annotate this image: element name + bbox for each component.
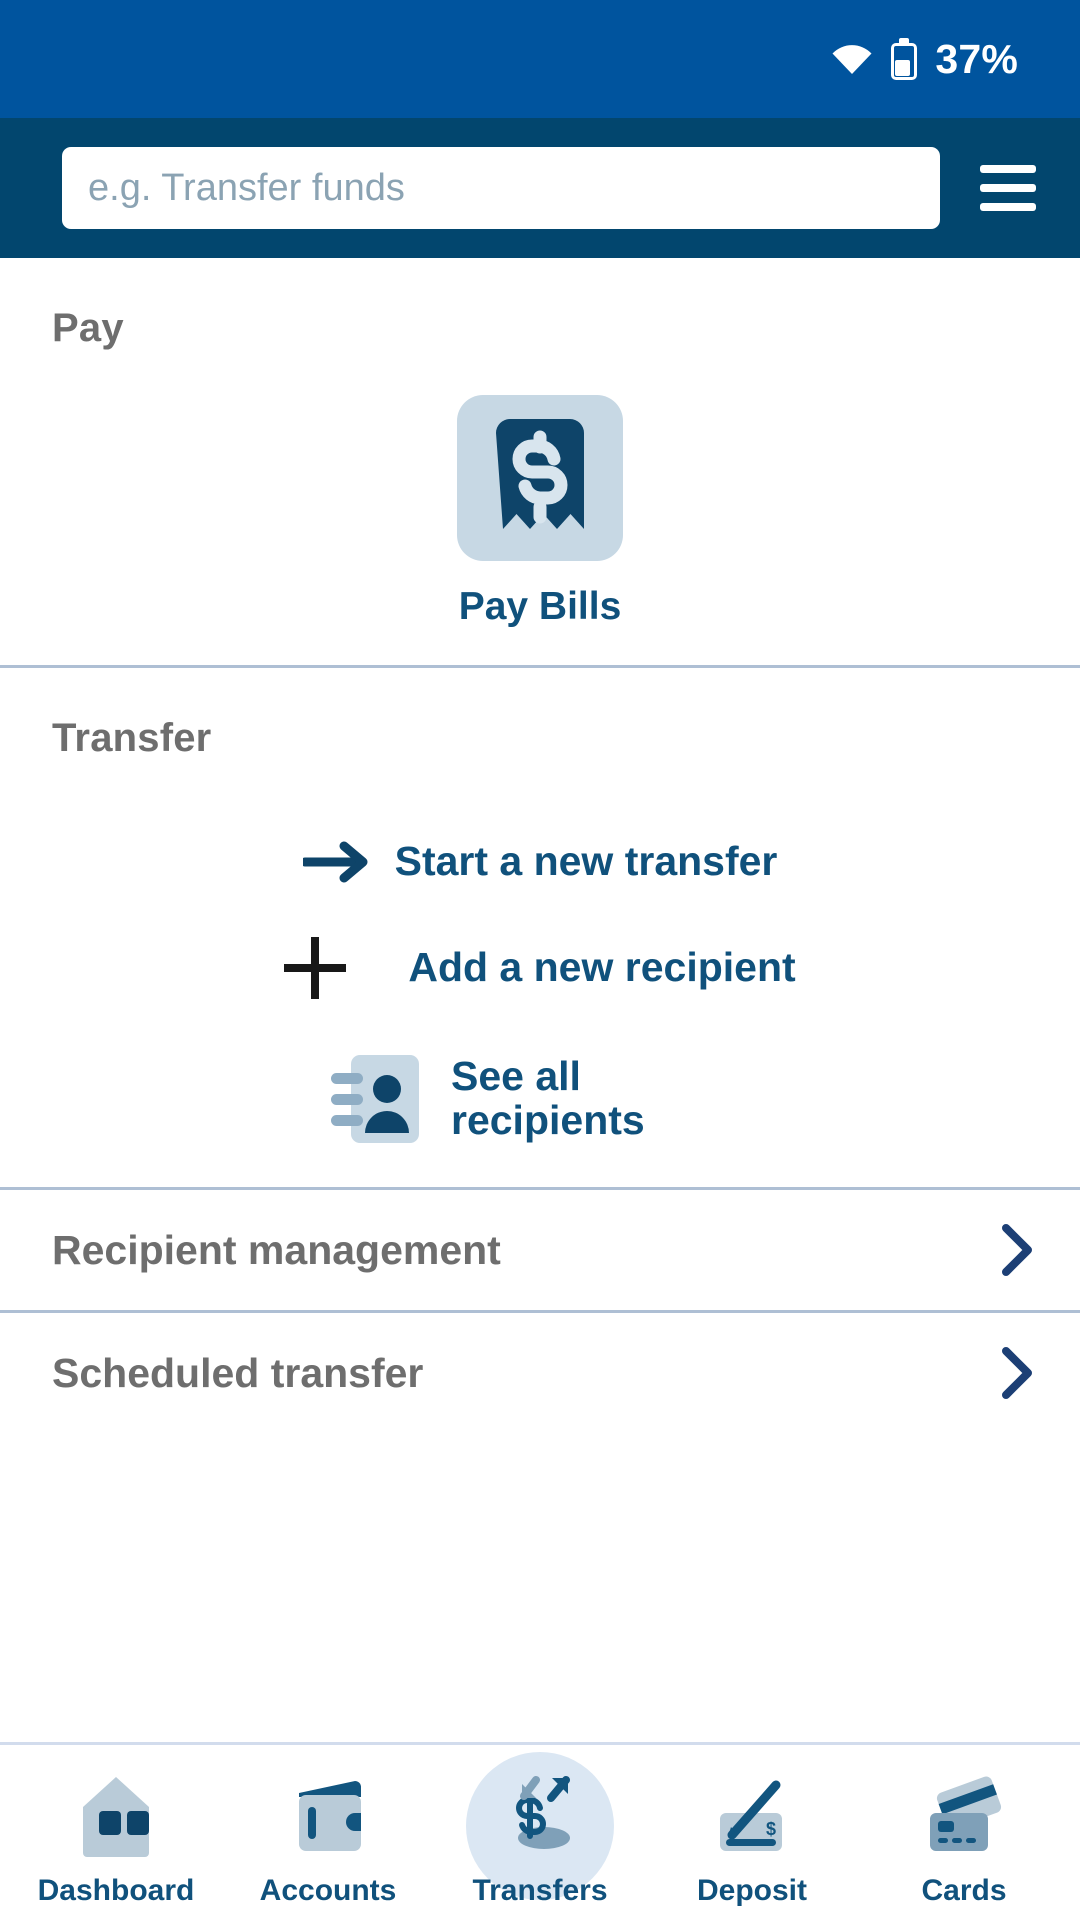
transfer-section: Transfer Start a new transfer Add a new …: [0, 668, 1080, 1187]
address-book-icon: [329, 1051, 423, 1147]
chevron-right-icon: [1000, 1224, 1034, 1276]
svg-text:$: $: [766, 1819, 776, 1839]
add-new-recipient-label: Add a new recipient: [408, 944, 796, 991]
app-root: 37% Pay Pay Bills: [0, 0, 1080, 1920]
start-new-transfer-label: Start a new transfer: [394, 838, 778, 885]
wallet-icon: [269, 1758, 387, 1876]
scheduled-transfer-row[interactable]: Scheduled transfer: [0, 1313, 1080, 1433]
bottom-navigation: Dashboard Accounts Transfers $ Deposit C…: [0, 1742, 1080, 1920]
arrow-right-icon: [300, 839, 369, 885]
nav-label-dashboard: Dashboard: [37, 1873, 195, 1907]
nav-item-deposit[interactable]: $ Deposit: [654, 1744, 850, 1920]
hamburger-menu-icon[interactable]: [970, 147, 1046, 229]
recipient-management-label: Recipient management: [52, 1226, 501, 1273]
chevron-right-icon: [1000, 1347, 1034, 1399]
transfer-arrows-dollar-icon: [481, 1758, 599, 1876]
main-content: Pay Pay Bills Transfer Start a new trans…: [0, 258, 1080, 1742]
pay-bills-tile[interactable]: Pay Bills: [457, 395, 623, 629]
nav-label-deposit: Deposit: [696, 1873, 807, 1907]
add-new-recipient-action[interactable]: Add a new recipient: [0, 937, 1080, 999]
nav-item-dashboard[interactable]: Dashboard: [18, 1744, 214, 1920]
home-icon: [57, 1758, 175, 1876]
nav-label-accounts: Accounts: [259, 1873, 397, 1907]
see-all-recipients-action[interactable]: See all recipients: [0, 1051, 1080, 1147]
battery-icon: [891, 38, 918, 80]
pay-tiles: Pay Bills: [0, 395, 1080, 629]
recipient-management-row[interactable]: Recipient management: [0, 1190, 1080, 1310]
transfer-section-title: Transfer: [52, 716, 212, 760]
scheduled-transfer-label: Scheduled transfer: [52, 1349, 424, 1396]
pay-bills-label: Pay Bills: [458, 585, 622, 628]
status-bar: 37%: [0, 0, 1080, 118]
nav-item-transfers[interactable]: Transfers: [442, 1744, 638, 1920]
search-input[interactable]: [62, 147, 940, 229]
credit-cards-icon: [905, 1758, 1023, 1876]
nav-item-accounts[interactable]: Accounts: [230, 1744, 426, 1920]
battery-percent-label: 37%: [935, 35, 1018, 82]
bill-receipt-dollar-icon: [457, 395, 623, 561]
nav-label-transfers: Transfers: [472, 1873, 608, 1907]
check-deposit-pen-icon: $: [693, 1758, 811, 1876]
nav-item-cards[interactable]: Cards: [866, 1744, 1062, 1920]
pay-section: Pay Pay Bills: [0, 258, 1080, 665]
pay-section-title: Pay: [52, 306, 124, 350]
search-header: [0, 118, 1080, 258]
nav-label-cards: Cards: [921, 1873, 1007, 1907]
wifi-icon: [831, 43, 873, 75]
see-all-recipients-label: See all recipients: [451, 1053, 645, 1143]
start-new-transfer-action[interactable]: Start a new transfer: [0, 839, 1080, 885]
plus-icon: [284, 937, 347, 999]
